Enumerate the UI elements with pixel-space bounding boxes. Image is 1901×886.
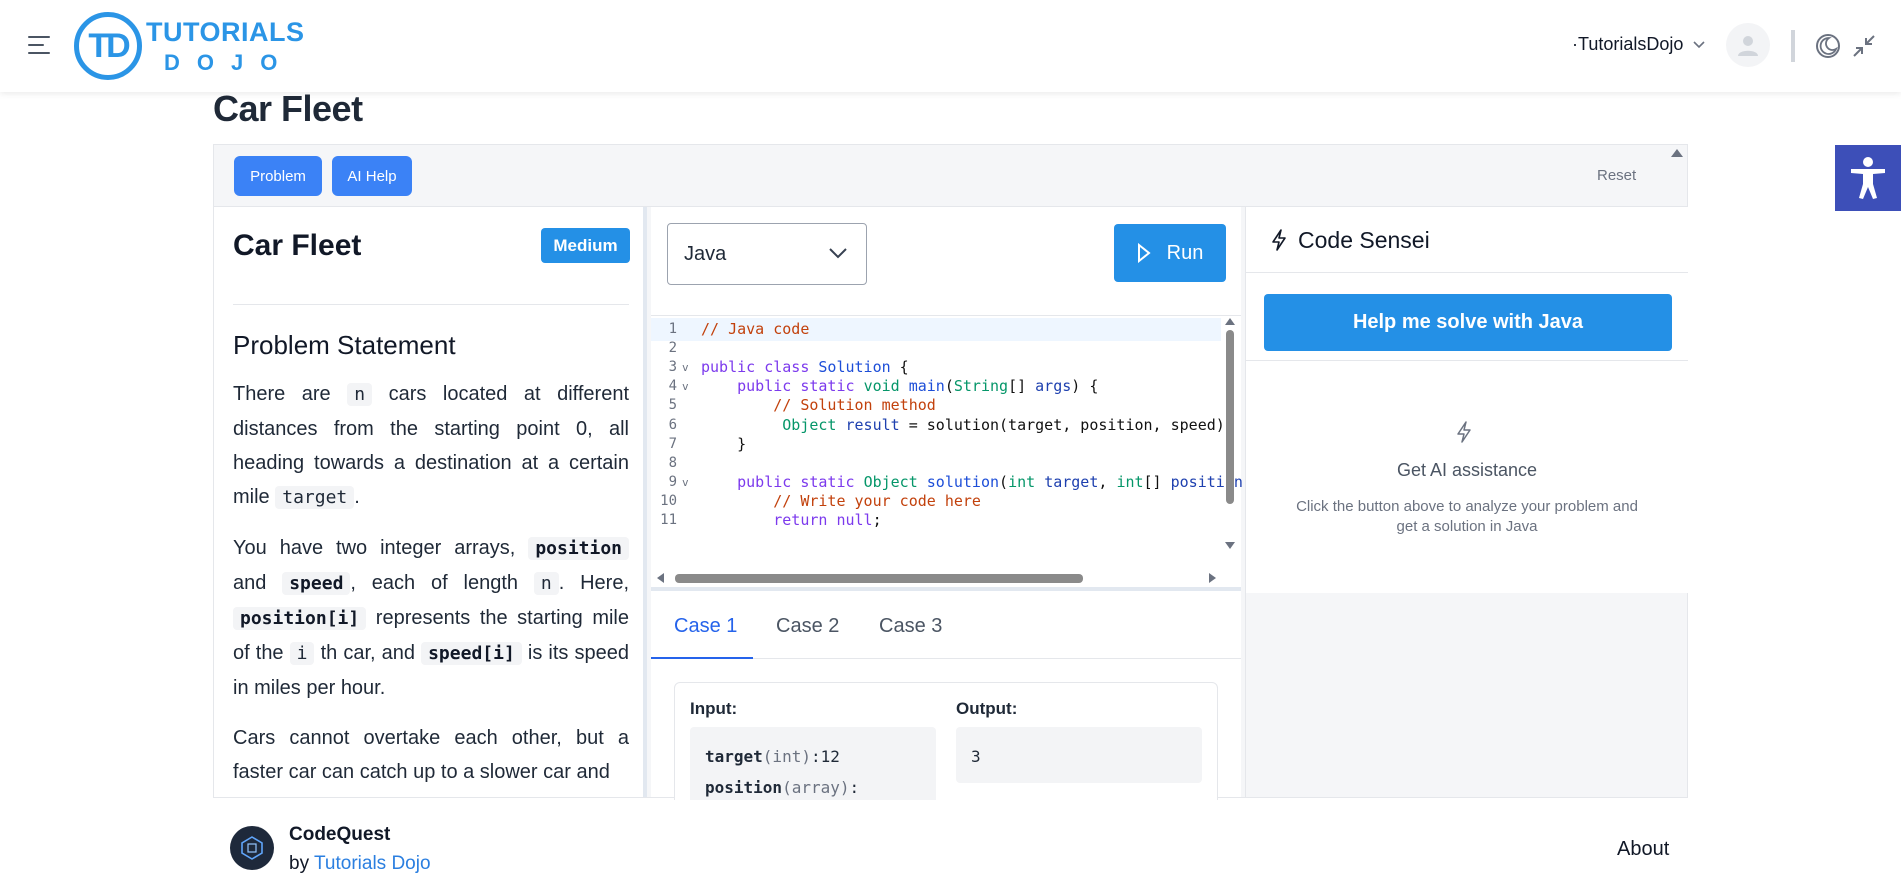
paragraph: Cars cannot overtake each other, but a f… xyxy=(233,727,629,783)
scroll-left-arrow-icon[interactable] xyxy=(657,573,664,583)
footer-app-name: CodeQuest xyxy=(289,824,391,845)
ai-empty-state: Get AI assistance Click the button above… xyxy=(1246,361,1688,593)
problem-description: There are n cars located at different di… xyxy=(233,377,630,797)
empty-state-description: Click the button above to analyze your p… xyxy=(1296,498,1638,535)
page-title: Car Fleet xyxy=(213,88,363,129)
moon-icon[interactable] xyxy=(1814,32,1842,60)
inline-code: n xyxy=(533,572,559,595)
problem-title: Car Fleet xyxy=(233,229,362,262)
language-select[interactable]: Java xyxy=(667,223,867,285)
code-line[interactable]: 1 // Java code xyxy=(651,318,1221,341)
divider xyxy=(233,304,629,305)
tab-case-2[interactable]: Case 2 xyxy=(776,615,839,638)
inline-code: i xyxy=(289,642,315,665)
paragraph: You have two integer arrays, position an… xyxy=(233,537,630,699)
tutorials-dojo-logo[interactable]: TD TUTORIALS DOJO xyxy=(74,12,305,80)
inline-code: n xyxy=(347,383,373,406)
scrollbar-thumb[interactable] xyxy=(1226,330,1234,504)
editor-horizontal-scrollbar[interactable] xyxy=(651,569,1221,587)
tab-case-1[interactable]: Case 1 xyxy=(674,615,737,638)
active-tab-indicator xyxy=(651,657,753,659)
run-button[interactable]: Run xyxy=(1114,224,1226,282)
accessibility-button[interactable] xyxy=(1835,145,1901,211)
inline-code: target xyxy=(275,486,355,509)
code-editor[interactable]: 11 return null; 10 // Write your code her… xyxy=(651,315,1243,587)
hamburger-menu-icon[interactable] xyxy=(28,36,52,56)
minimize-icon[interactable] xyxy=(1850,32,1878,60)
top-navbar: TD TUTORIALS DOJO ·TutorialsDojo xyxy=(0,0,1901,92)
output-label: Output: xyxy=(956,699,1018,718)
scroll-right-arrow-icon[interactable] xyxy=(1209,573,1216,583)
logo-text-top: TUTORIALS xyxy=(146,16,305,47)
code-sensei-panel: Code Sensei Help me solve with Java Get … xyxy=(1245,207,1688,797)
test-case-tabs: Case 1 Case 2 Case 3 xyxy=(651,591,1241,659)
output-value: 3 xyxy=(971,747,981,766)
help-me-solve-button[interactable]: Help me solve with Java xyxy=(1264,294,1672,351)
about-link[interactable]: About xyxy=(1617,838,1669,861)
play-icon xyxy=(1137,243,1151,263)
inline-code: speed[i] xyxy=(421,642,522,665)
logo-text-bottom: DOJO xyxy=(164,49,295,75)
tutorials-dojo-link[interactable]: Tutorials Dojo xyxy=(314,853,431,874)
tab-case-3[interactable]: Case 3 xyxy=(879,615,942,638)
reset-button[interactable]: Reset xyxy=(1597,167,1636,184)
ai-help-tab-button[interactable]: AI Help xyxy=(332,156,412,196)
editor-panel: Java Run 11 return null; 10 // Write your… xyxy=(651,207,1243,817)
codequest-logo-icon xyxy=(241,836,263,860)
empty-state-title: Get AI assistance xyxy=(1396,460,1538,480)
workspace-toolbar: Problem AI Help Reset xyxy=(214,145,1687,207)
inline-code: speed xyxy=(282,572,351,595)
test-case-card: Input: Output: target(int):12 position(a… xyxy=(674,682,1218,817)
user-name: ·TutorialsDojo xyxy=(1572,34,1684,54)
logo-mark: TD xyxy=(74,12,142,80)
difficulty-badge: Medium xyxy=(541,228,630,263)
chevron-down-icon xyxy=(829,248,847,259)
lightning-icon xyxy=(1457,421,1471,443)
problem-panel: Car Fleet Medium Problem Statement There… xyxy=(214,207,647,797)
input-label: Input: xyxy=(690,699,738,718)
codequest-logo[interactable] xyxy=(230,826,274,870)
header-divider xyxy=(1791,30,1795,62)
chevron-down-icon xyxy=(1693,40,1705,48)
problem-tab-button[interactable]: Problem xyxy=(234,156,322,196)
code-sensei-header: Code Sensei xyxy=(1246,207,1688,273)
lightning-icon xyxy=(1272,229,1286,251)
user-icon xyxy=(1738,36,1758,56)
selected-language: Java xyxy=(684,242,727,265)
section-heading: Problem Statement xyxy=(233,330,456,360)
user-avatar[interactable] xyxy=(1726,23,1770,67)
scroll-up-arrow-icon[interactable] xyxy=(1225,318,1235,325)
inline-code: position[i] xyxy=(233,607,367,630)
line-number: 1 xyxy=(668,321,677,337)
footer: CodeQuest by Tutorials Dojo About xyxy=(213,800,1688,886)
code-text: // Java code xyxy=(701,320,810,338)
scroll-down-arrow-icon[interactable] xyxy=(1225,542,1235,549)
accessibility-icon xyxy=(1851,157,1885,199)
scroll-up-arrow-icon[interactable] xyxy=(1671,149,1683,157)
workspace: Problem AI Help Reset Car Fleet Medium P… xyxy=(213,144,1688,817)
inline-code: position xyxy=(528,537,630,560)
scrollbar-thumb[interactable] xyxy=(675,574,1083,583)
editor-vertical-scrollbar[interactable] xyxy=(1224,318,1235,573)
code-sensei-title: Code Sensei xyxy=(1298,227,1430,253)
user-menu[interactable]: ·TutorialsDojo xyxy=(1572,34,1705,55)
output-box: 3 xyxy=(956,727,1202,783)
paragraph: There are n cars located at different di… xyxy=(233,383,630,509)
